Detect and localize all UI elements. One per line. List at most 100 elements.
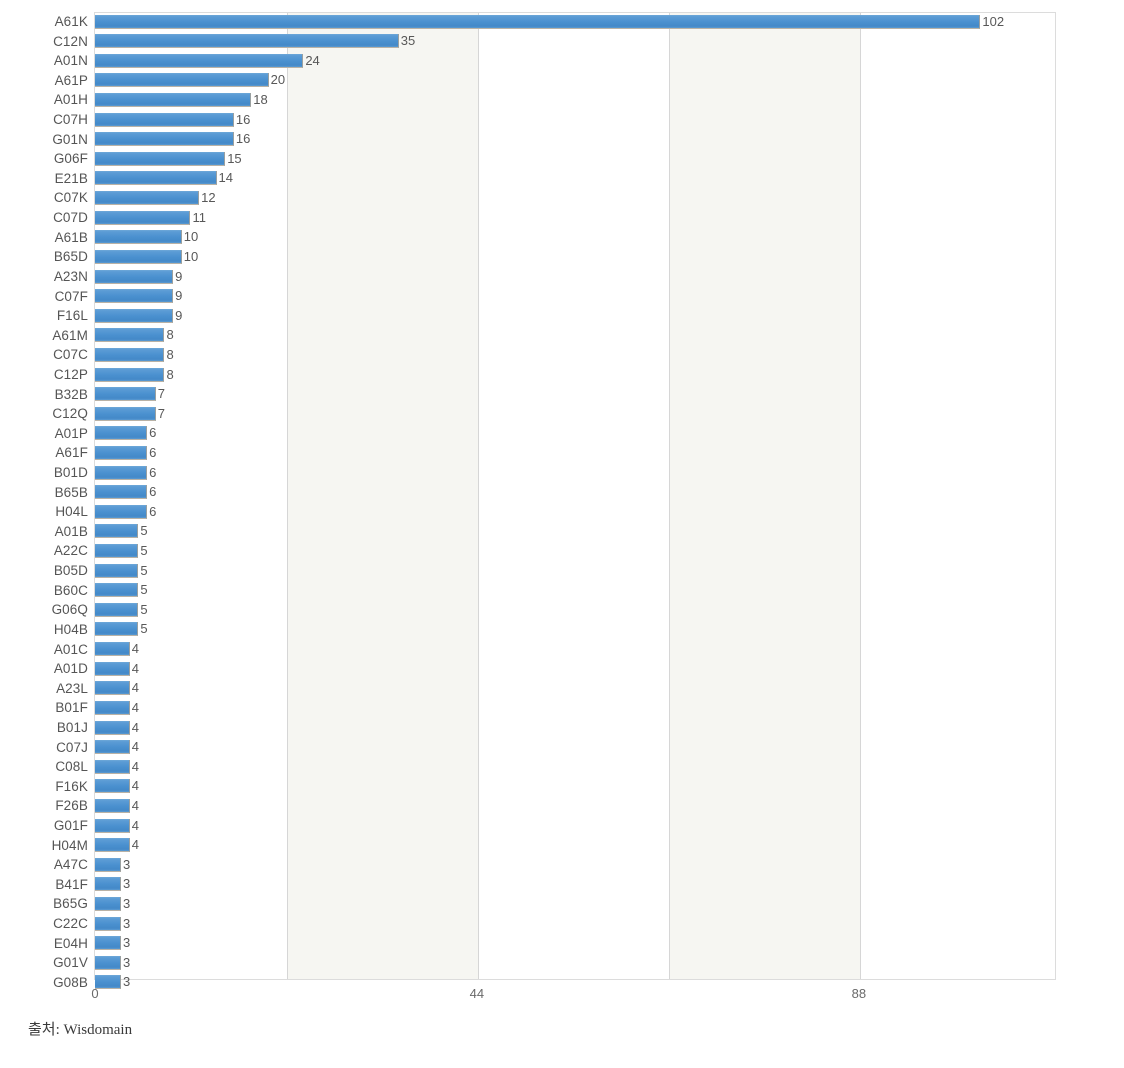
bar-container[interactable]: 3: [95, 896, 130, 912]
bar[interactable]: [95, 583, 139, 598]
bar[interactable]: [95, 269, 174, 284]
bar[interactable]: [95, 642, 130, 657]
bar-container[interactable]: 6: [95, 425, 156, 441]
bar-container[interactable]: 7: [95, 406, 165, 421]
bar-container[interactable]: 3: [95, 935, 130, 951]
bar-container[interactable]: 4: [95, 837, 139, 853]
bar-container[interactable]: 4: [95, 778, 139, 794]
bar-container[interactable]: 8: [95, 347, 174, 362]
bar-container[interactable]: 4: [95, 759, 139, 774]
bar-container[interactable]: 4: [95, 720, 139, 735]
bar-container[interactable]: 4: [95, 680, 139, 696]
bar[interactable]: [95, 446, 148, 460]
bar[interactable]: [95, 53, 304, 68]
bar[interactable]: [95, 93, 252, 108]
bar-container[interactable]: 102: [95, 14, 1004, 29]
bar[interactable]: [95, 700, 130, 715]
bar[interactable]: [95, 387, 156, 402]
bar[interactable]: [95, 602, 139, 617]
bar-container[interactable]: 6: [95, 504, 156, 519]
bar-container[interactable]: 4: [95, 818, 139, 833]
bar[interactable]: [95, 426, 148, 441]
bar[interactable]: [95, 504, 148, 519]
bar[interactable]: [95, 34, 399, 49]
bar[interactable]: [95, 524, 139, 539]
bar-container[interactable]: 18: [95, 92, 268, 108]
bar-container[interactable]: 10: [95, 249, 198, 264]
bar[interactable]: [95, 485, 148, 500]
bar[interactable]: [95, 720, 130, 735]
category-label: A61K: [54, 14, 88, 29]
bar-container[interactable]: 3: [95, 955, 130, 970]
bar[interactable]: [95, 916, 122, 931]
bar-container[interactable]: 3: [95, 916, 130, 931]
bar[interactable]: [95, 191, 200, 206]
bar-row: H04L 6: [0, 502, 1124, 522]
bar[interactable]: [95, 818, 130, 833]
bar[interactable]: [95, 897, 122, 912]
bar-container[interactable]: 6: [95, 465, 156, 480]
bar[interactable]: [95, 877, 122, 892]
bar-container[interactable]: 5: [95, 621, 148, 637]
bar-container[interactable]: 12: [95, 190, 216, 206]
bar[interactable]: [95, 955, 122, 970]
bar[interactable]: [95, 14, 981, 29]
bar[interactable]: [95, 779, 130, 794]
bar[interactable]: [95, 347, 165, 362]
bar[interactable]: [95, 73, 269, 88]
bar-container[interactable]: 4: [95, 739, 139, 755]
bar[interactable]: [95, 759, 130, 774]
bar[interactable]: [95, 132, 234, 147]
bar[interactable]: [95, 661, 130, 676]
bar[interactable]: [95, 210, 191, 225]
bar[interactable]: [95, 171, 217, 186]
bar-container[interactable]: 24: [95, 53, 320, 68]
bar-container[interactable]: 35: [95, 33, 415, 49]
bar[interactable]: [95, 289, 174, 304]
bar-container[interactable]: 14: [95, 170, 233, 186]
bar[interactable]: [95, 838, 130, 853]
bar-container[interactable]: 5: [95, 523, 148, 539]
bar[interactable]: [95, 544, 139, 559]
bar-container[interactable]: 4: [95, 661, 139, 676]
bar-container[interactable]: 16: [95, 131, 250, 147]
bar-container[interactable]: 7: [95, 386, 165, 402]
bar-container[interactable]: 9: [95, 269, 182, 284]
bar-container[interactable]: 9: [95, 308, 182, 323]
bar[interactable]: [95, 151, 226, 166]
bar-container[interactable]: 11: [95, 210, 206, 225]
bar-container[interactable]: 15: [95, 151, 242, 166]
bar-container[interactable]: 5: [95, 543, 148, 559]
bar-container[interactable]: 6: [95, 445, 156, 460]
bar-container[interactable]: 5: [95, 582, 148, 598]
bar[interactable]: [95, 406, 156, 421]
bar[interactable]: [95, 563, 139, 578]
bar-container[interactable]: 16: [95, 112, 250, 127]
bar-container[interactable]: 5: [95, 563, 148, 578]
bar-container[interactable]: 9: [95, 288, 182, 304]
bar-container[interactable]: 6: [95, 484, 156, 500]
bar[interactable]: [95, 798, 130, 813]
bar-container[interactable]: 4: [95, 798, 139, 813]
bar-container[interactable]: 10: [95, 229, 198, 245]
bar[interactable]: [95, 740, 130, 755]
bar[interactable]: [95, 681, 130, 696]
bar[interactable]: [95, 112, 234, 127]
bar-container[interactable]: 5: [95, 602, 148, 617]
bar[interactable]: [95, 328, 165, 343]
bar[interactable]: [95, 857, 122, 872]
bar[interactable]: [95, 308, 174, 323]
bar-container[interactable]: 4: [95, 641, 139, 657]
bar-container[interactable]: 3: [95, 857, 130, 872]
bar-container[interactable]: 8: [95, 367, 174, 382]
bar[interactable]: [95, 465, 148, 480]
bar-container[interactable]: 20: [95, 72, 285, 88]
bar[interactable]: [95, 249, 182, 264]
bar-container[interactable]: 4: [95, 700, 139, 715]
bar[interactable]: [95, 230, 182, 245]
bar[interactable]: [95, 936, 122, 951]
bar-container[interactable]: 3: [95, 876, 130, 892]
bar[interactable]: [95, 367, 165, 382]
bar-container[interactable]: 8: [95, 327, 174, 343]
bar[interactable]: [95, 622, 139, 637]
